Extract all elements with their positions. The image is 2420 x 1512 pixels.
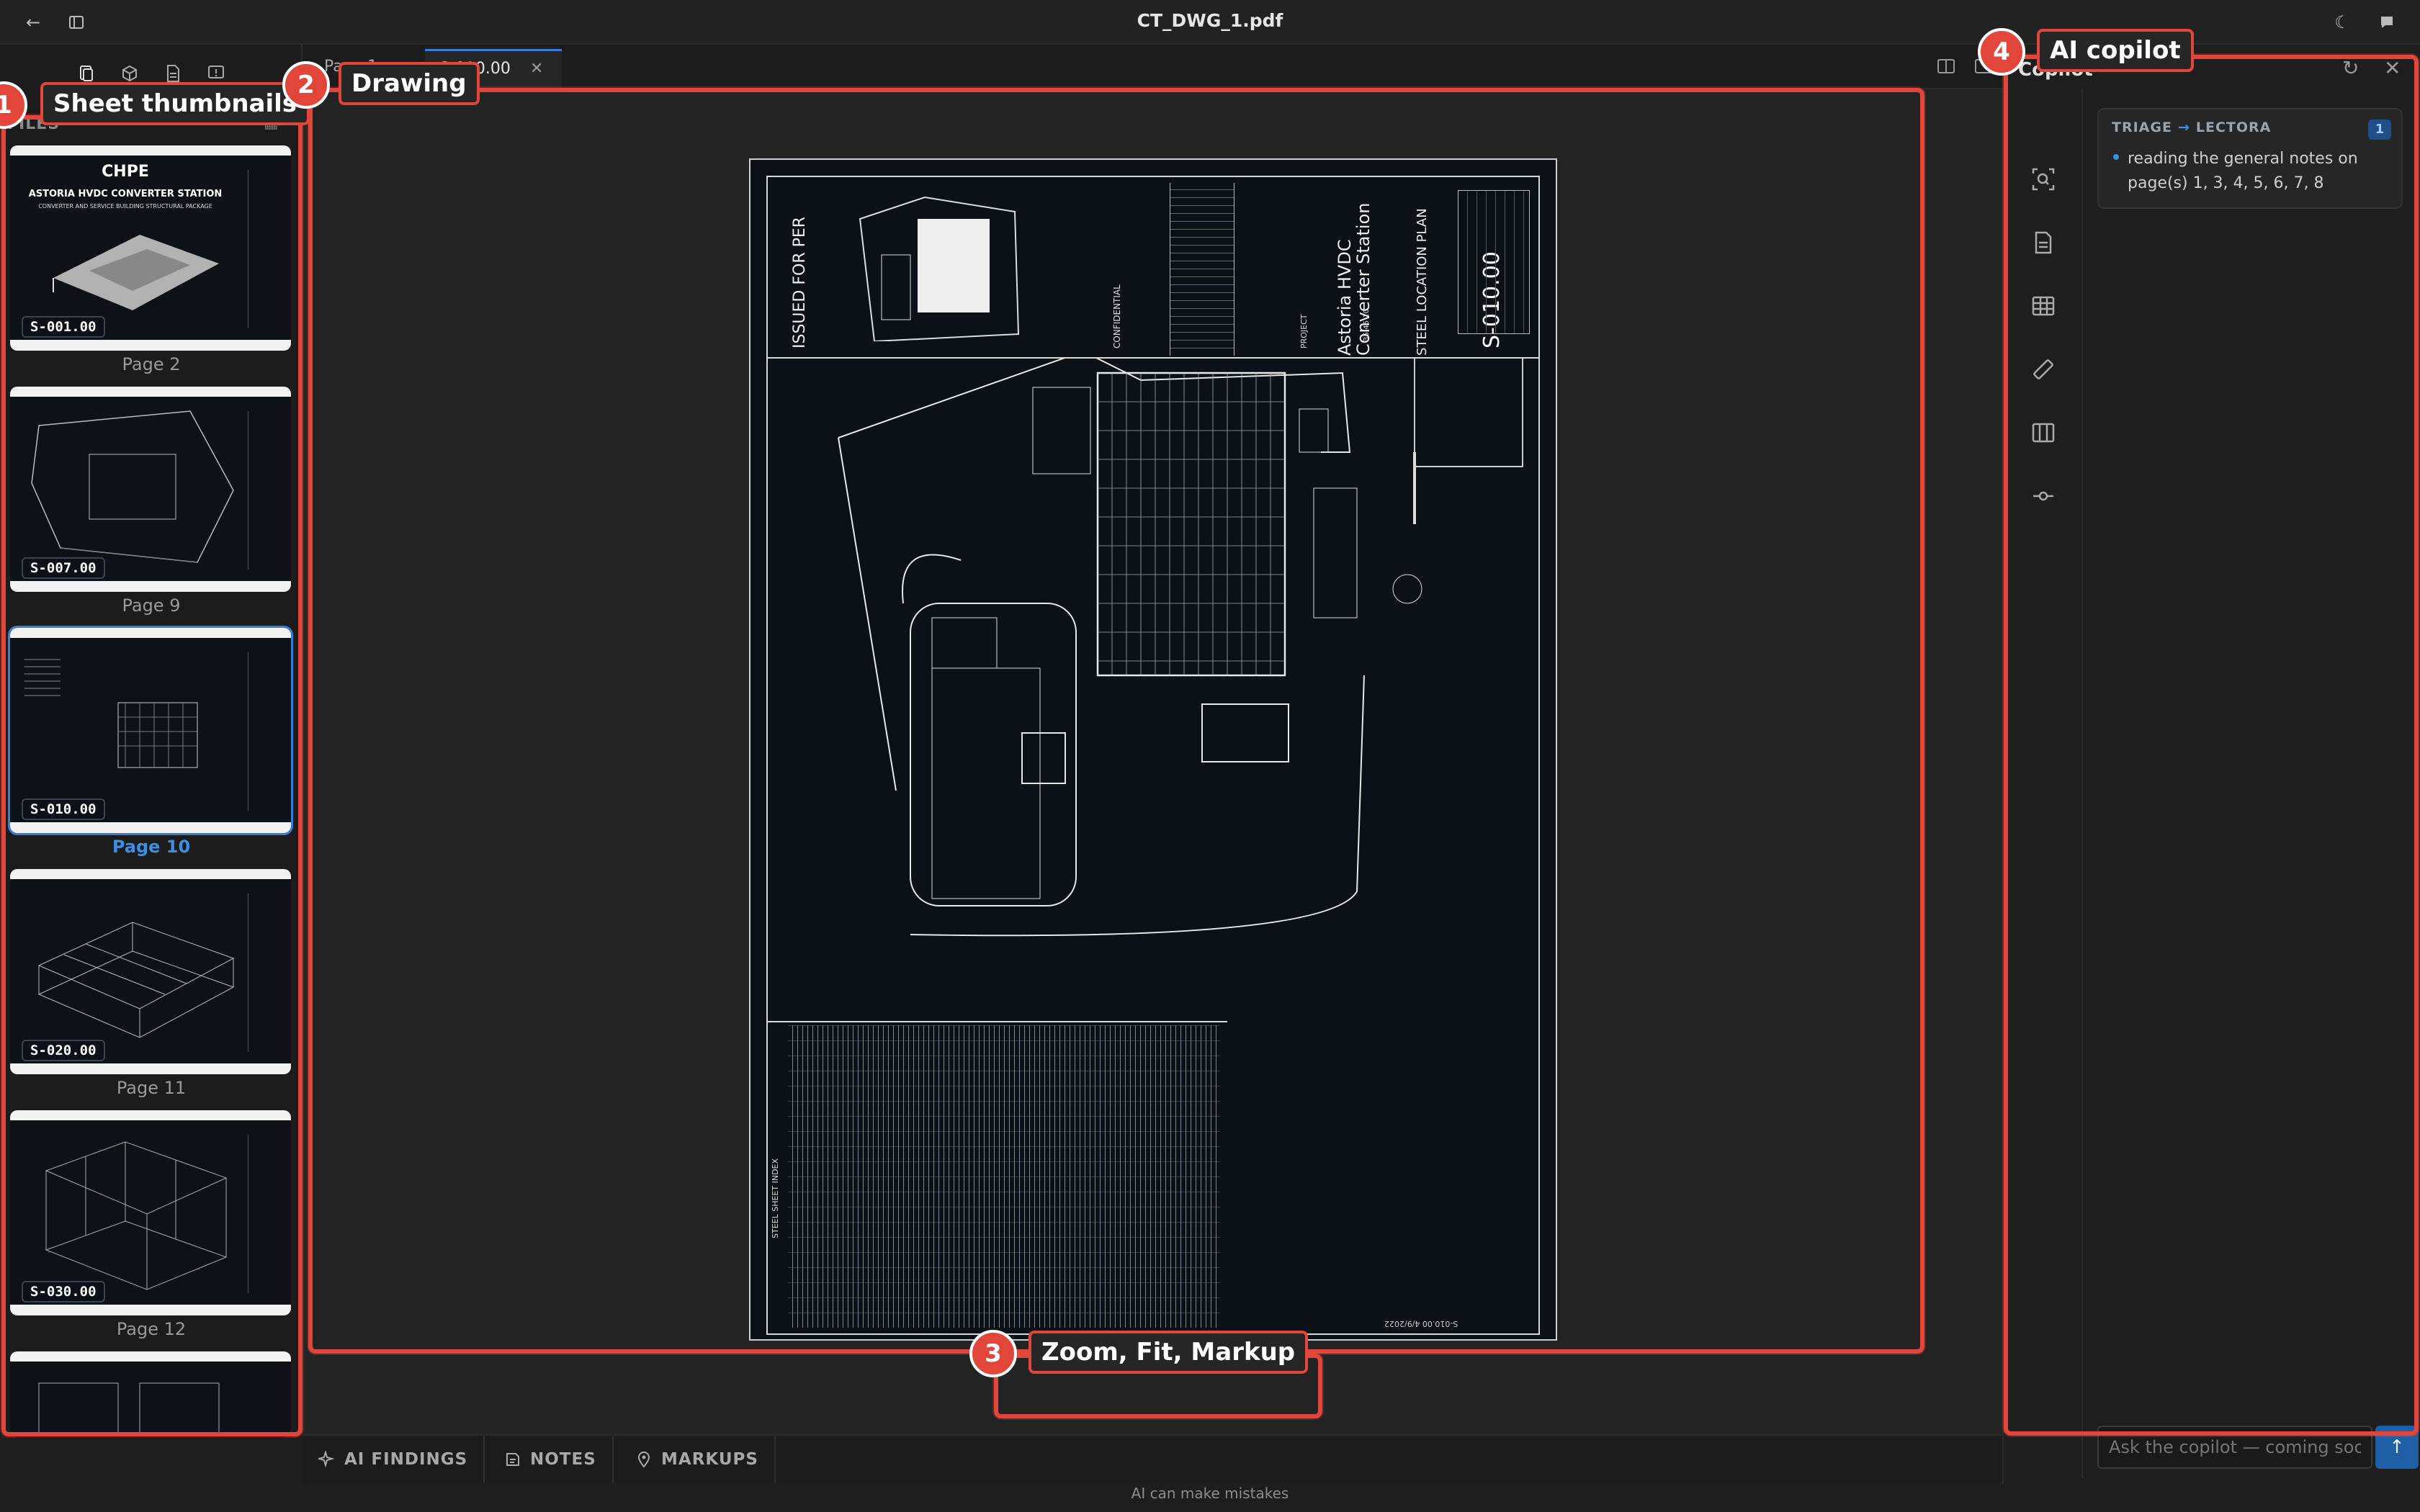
notes-icon	[506, 1453, 519, 1466]
chat-icon[interactable]	[2372, 8, 2401, 37]
annotation-label-zoom: Zoom, Fit, Markup	[1028, 1331, 1309, 1374]
tab-label: AI FINDINGS	[344, 1450, 468, 1469]
tab-label: MARKUPS	[661, 1450, 758, 1469]
tab-label: NOTES	[530, 1450, 596, 1469]
annotation-label-drawing: Drawing	[339, 62, 480, 105]
document-tab-bar: Page 1 S-010.00 ✕	[302, 45, 2002, 89]
close-tab-icon[interactable]: ✕	[530, 60, 543, 78]
annotation-highlight-copilot	[2004, 55, 2419, 1436]
window-title: CT_DWG_1.pdf	[1137, 10, 1283, 31]
bottom-tab-bar: AI FINDINGS NOTES MARKUPS	[302, 1434, 2002, 1483]
tab-notes[interactable]: NOTES	[488, 1436, 614, 1483]
annotation-highlight-drawing	[308, 88, 1924, 1354]
annotation-badge-2: 2	[282, 61, 330, 109]
send-arrow-icon: ↑	[2389, 1436, 2405, 1458]
annotation-badge-4: 4	[1978, 28, 2025, 76]
annotation-highlight-thumbnails	[1, 115, 302, 1436]
annotation-label-copilot: AI copilot	[2037, 29, 2194, 72]
annotation-label-thumbnails: Sheet thumbnails	[40, 82, 310, 125]
split-view-icon[interactable]	[1936, 56, 1958, 78]
ai-disclaimer: AI can make mistakes	[1131, 1485, 1289, 1502]
pin-icon	[637, 1451, 650, 1468]
dark-mode-icon[interactable]: ☾	[2328, 8, 2357, 37]
tab-ai-findings[interactable]: AI FINDINGS	[302, 1436, 485, 1483]
app-window: ← CT_DWG_1.pdf ☾ FILES — ▦	[0, 0, 2420, 1512]
sparkle-icon	[318, 1451, 335, 1468]
tab-markups[interactable]: MARKUPS	[619, 1436, 776, 1483]
annotation-badge-3: 3	[969, 1330, 1017, 1377]
